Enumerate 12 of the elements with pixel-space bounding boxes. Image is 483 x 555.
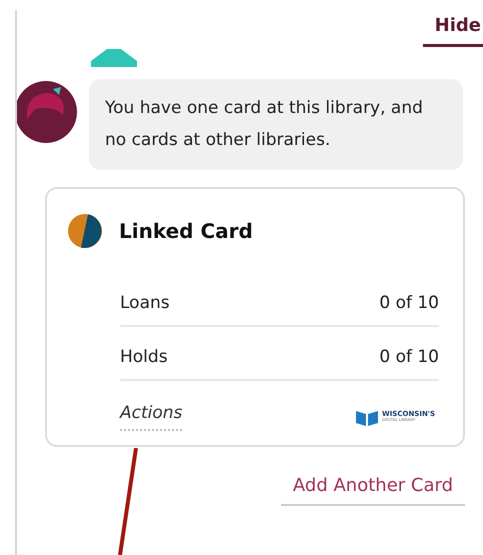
message-text: You have one card at this library, and no cards at other libraries. [89,79,463,170]
row-label: Loans [120,293,170,313]
triangle-icon [91,49,137,67]
pie-icon [67,213,103,249]
add-card-link[interactable]: Add Another Card [280,471,465,506]
hide-link[interactable]: Hide [422,12,483,47]
row-value: 0 of 10 [379,293,439,313]
card-title: Linked Card [119,219,253,243]
mascot-avatar-icon [15,81,77,143]
actions-link[interactable]: Actions [120,403,182,431]
row-label: Holds [120,347,168,367]
row-value: 0 of 10 [379,347,439,367]
